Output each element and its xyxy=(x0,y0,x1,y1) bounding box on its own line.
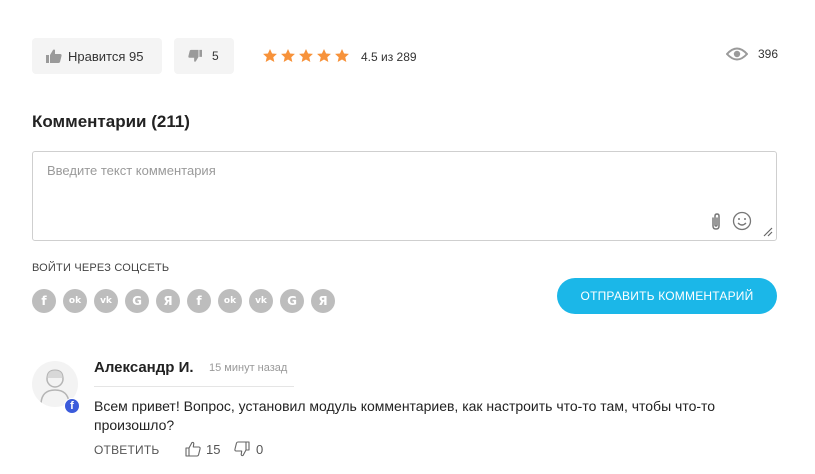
star-icon[interactable] xyxy=(316,48,332,64)
comment-like-count: 15 xyxy=(206,441,221,457)
dislike-button[interactable]: 5 xyxy=(174,38,234,74)
dislike-count: 5 xyxy=(212,49,219,63)
reply-button[interactable]: ОТВЕТИТЬ xyxy=(94,443,159,457)
comment-time: 15 минут назад xyxy=(209,362,288,374)
facebook-icon[interactable]: f xyxy=(187,289,211,313)
facebook-icon[interactable]: f xyxy=(32,289,56,313)
google-icon[interactable]: G xyxy=(125,289,149,313)
yandex-icon[interactable]: Я xyxy=(156,289,180,313)
vk-icon[interactable]: vk xyxy=(94,289,118,313)
thumbs-up-outline-icon xyxy=(185,441,201,457)
facebook-badge-icon: f xyxy=(64,398,80,414)
social-login-buttons: f ok vk G Яf ok vk G Я xyxy=(32,289,335,313)
eye-icon xyxy=(726,47,748,61)
odnoklassniki-icon[interactable]: ok xyxy=(63,289,87,313)
comment-text: Всем привет! Вопрос, установил модуль ко… xyxy=(94,398,716,433)
like-label: Нравится 95 xyxy=(68,48,144,64)
comment-divider xyxy=(94,386,294,387)
comment-dislike-count: 0 xyxy=(256,441,264,457)
rating-stars[interactable] xyxy=(262,48,350,64)
rating-text: 4.5 из 289 xyxy=(361,50,417,64)
views-counter: 396 xyxy=(726,47,778,61)
star-icon[interactable] xyxy=(298,48,314,64)
comment-input[interactable] xyxy=(33,152,776,240)
star-icon[interactable] xyxy=(262,48,278,64)
paperclip-icon[interactable] xyxy=(708,212,724,232)
star-icon[interactable] xyxy=(334,48,350,64)
google-icon[interactable]: G xyxy=(280,289,304,313)
vk-icon[interactable]: vk xyxy=(249,289,273,313)
send-comment-button[interactable]: ОТПРАВИТЬ КОММЕНТАРИЙ xyxy=(557,278,777,314)
odnoklassniki-icon[interactable]: ok xyxy=(218,289,242,313)
like-button[interactable]: Нравится 95 xyxy=(32,38,162,74)
social-login-label: ВОЙТИ ЧЕРЕЗ СОЦСЕТЬ xyxy=(32,262,170,274)
yandex-icon[interactable]: Я xyxy=(311,289,335,313)
comment-author: Александр И. xyxy=(94,359,194,376)
comment-like-button[interactable]: 15 xyxy=(185,441,220,457)
emoji-icon[interactable] xyxy=(732,211,752,231)
star-icon[interactable] xyxy=(280,48,296,64)
views-count: 396 xyxy=(758,47,779,61)
comment-input-box xyxy=(32,151,777,241)
thumbs-down-icon xyxy=(188,49,202,62)
comment-dislike-button[interactable]: 0 xyxy=(234,441,263,457)
comments-title: Комментарии (211) xyxy=(32,112,190,131)
resize-handle-icon[interactable] xyxy=(763,227,773,237)
thumbs-up-icon xyxy=(46,49,62,63)
thumbs-down-outline-icon xyxy=(234,441,250,457)
